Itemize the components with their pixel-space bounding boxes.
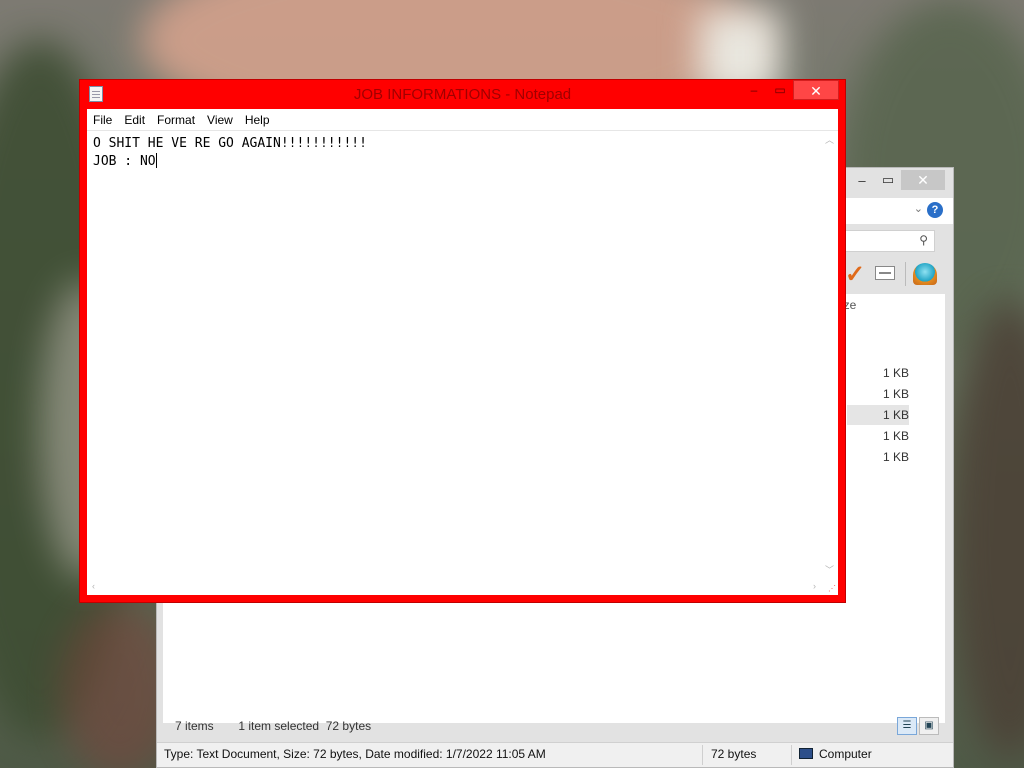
explorer-details-bar: Type: Text Document, Size: 72 bytes, Dat… bbox=[157, 742, 953, 767]
text-line-1: O SHIT HE VE RE GO AGAIN!!!!!!!!!!! bbox=[93, 136, 367, 151]
window-title: JOB INFORMATIONS - Notepad bbox=[353, 86, 572, 103]
notepad-titlebar[interactable]: JOB INFORMATIONS - Notepad – ▭ ✕ bbox=[80, 80, 845, 108]
explorer-search-input[interactable]: ⚲ bbox=[837, 230, 935, 252]
notepad-window[interactable]: JOB INFORMATIONS - Notepad – ▭ ✕ File Ed… bbox=[79, 79, 846, 603]
text-editor-area[interactable]: O SHIT HE VE RE GO AGAIN!!!!!!!!!!! JOB :… bbox=[87, 130, 838, 595]
text-line-2-content: JOB : NO bbox=[93, 154, 156, 169]
file-size-cell[interactable]: 1 KB bbox=[847, 447, 909, 467]
details-view-icon[interactable]: ☰ bbox=[897, 717, 917, 735]
item-count: 7 items bbox=[175, 719, 214, 733]
resize-grip-icon[interactable]: ⋰ bbox=[828, 585, 836, 593]
menu-format[interactable]: Format bbox=[151, 113, 201, 127]
view-toggle-group: ☰ ▣ bbox=[897, 717, 939, 735]
help-icon[interactable]: ? bbox=[927, 202, 943, 218]
file-size-cell[interactable]: 1 KB bbox=[847, 426, 909, 446]
checkmark-icon[interactable]: ✓ bbox=[845, 260, 865, 289]
text-line-2: JOB : NO bbox=[93, 153, 367, 171]
vertical-scrollbar[interactable]: ︿ ﹀ bbox=[821, 131, 838, 578]
menu-file[interactable]: File bbox=[87, 113, 118, 127]
file-size-cell[interactable]: 1 KB bbox=[847, 384, 909, 404]
wallpaper-blur-shape bbox=[950, 300, 1024, 760]
chevron-down-icon[interactable]: ⌄ bbox=[914, 202, 923, 215]
file-size-cell-selected[interactable]: 1 KB bbox=[847, 405, 909, 425]
properties-icon[interactable] bbox=[875, 266, 895, 280]
text-caret bbox=[155, 153, 157, 168]
location-text: Computer bbox=[819, 747, 872, 761]
explorer-maximize-button[interactable]: ▭ bbox=[875, 170, 901, 190]
document-text[interactable]: O SHIT HE VE RE GO AGAIN!!!!!!!!!!! JOB :… bbox=[93, 135, 367, 171]
file-size-text: 72 bytes bbox=[711, 747, 757, 761]
selection-info: 1 item selected 72 bytes bbox=[238, 719, 372, 733]
details-divider bbox=[791, 745, 792, 765]
toolbar-divider bbox=[905, 262, 906, 286]
file-details-text: Type: Text Document, Size: 72 bytes, Dat… bbox=[164, 747, 546, 761]
details-divider bbox=[702, 745, 703, 765]
scroll-up-icon[interactable]: ︿ bbox=[825, 133, 834, 146]
menu-view[interactable]: View bbox=[201, 113, 239, 127]
explorer-window-controls: – ▭ ✕ bbox=[849, 170, 945, 190]
large-icons-view-icon[interactable]: ▣ bbox=[919, 717, 939, 735]
computer-icon bbox=[799, 748, 813, 759]
scroll-down-icon[interactable]: ﹀ bbox=[825, 563, 834, 576]
scroll-left-icon[interactable]: ‹ bbox=[92, 581, 95, 591]
size-grip[interactable]: ⋰ bbox=[821, 578, 838, 595]
window-controls: – ▭ ✕ bbox=[741, 80, 839, 100]
menu-edit[interactable]: Edit bbox=[118, 113, 151, 127]
close-button[interactable]: ✕ bbox=[793, 80, 839, 100]
menu-help[interactable]: Help bbox=[239, 113, 276, 127]
search-icon[interactable]: ⚲ bbox=[919, 233, 928, 247]
minimize-button[interactable]: – bbox=[741, 80, 767, 100]
shell-app-icon[interactable] bbox=[913, 263, 937, 285]
file-size-cell[interactable]: 1 KB bbox=[847, 363, 909, 383]
horizontal-scrollbar[interactable]: ‹ › bbox=[87, 578, 821, 595]
explorer-minimize-button[interactable]: – bbox=[849, 170, 875, 190]
scroll-right-icon[interactable]: › bbox=[813, 581, 816, 591]
menu-bar: File Edit Format View Help bbox=[87, 109, 838, 130]
maximize-button[interactable]: ▭ bbox=[767, 80, 793, 100]
explorer-status-bar: 7 items 1 item selected 72 bytes bbox=[175, 719, 371, 733]
explorer-close-button[interactable]: ✕ bbox=[901, 170, 945, 190]
